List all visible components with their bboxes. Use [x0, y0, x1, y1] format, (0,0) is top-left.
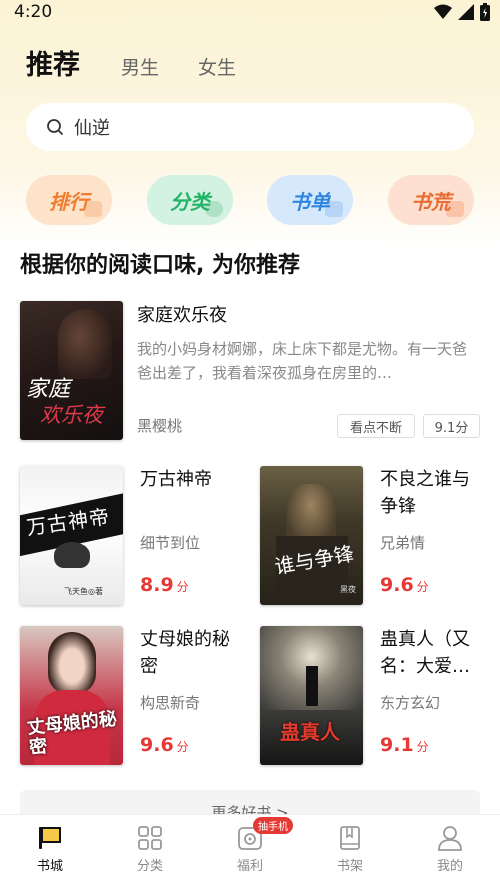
status-icons: [434, 3, 490, 21]
top-tabs: 推荐 男生 女生: [0, 42, 500, 86]
tab-recommend[interactable]: 推荐: [26, 43, 80, 82]
book-score: 9.6 分: [380, 574, 429, 596]
user-icon: [438, 826, 462, 851]
book-category: 细节到位: [140, 534, 201, 552]
grid-icon: [138, 826, 162, 850]
book-card[interactable]: 万古神帝 飞天鱼◎著 万古神帝 细节到位 8.9 分: [20, 466, 248, 606]
book-rating-tag: 9.1分: [423, 414, 480, 438]
signal-icon: [458, 4, 474, 20]
book-title[interactable]: 万古神帝: [140, 466, 245, 493]
search-icon: [47, 119, 63, 135]
search-bar[interactable]: 仙逆: [26, 103, 474, 151]
shortcut-ranking[interactable]: 排行: [26, 175, 112, 225]
book-title[interactable]: 不良之谁与争锋: [380, 466, 485, 520]
wifi-icon: [434, 4, 452, 19]
score-value: 8.9: [140, 574, 174, 596]
book-score: 9.1 分: [380, 734, 429, 756]
battery-icon: [480, 3, 490, 21]
nav-welfare[interactable]: 抽手机 福利: [220, 817, 293, 874]
book-cover[interactable]: 万古神帝 飞天鱼◎著: [20, 466, 123, 605]
nav-label: 我的: [436, 859, 463, 874]
book-cover[interactable]: 丈母娘的秘密: [20, 626, 123, 765]
nav-label: 分类: [136, 859, 163, 874]
book-card[interactable]: 蛊真人 蛊真人（又名：大爱… 东方玄幻 9.1 分: [260, 626, 488, 766]
welfare-badge: 抽手机: [253, 817, 293, 834]
search-input[interactable]: 仙逆: [74, 114, 110, 140]
book-tag: 看点不断: [337, 414, 415, 438]
score-value: 9.1: [380, 734, 414, 756]
featured-book[interactable]: 家庭 欢乐夜 家庭欢乐夜 我的小妈身材婀娜，床上床下都是尤物。有一天爸爸出差了，…: [20, 301, 480, 441]
section-title: 根据你的阅读口味, 为你推荐: [20, 253, 301, 278]
shortcut-book-shortage[interactable]: 书荒: [388, 175, 474, 225]
bottom-nav: 书城 分类 抽手机 福利 书架 我的: [0, 814, 500, 876]
status-bar: 4:20: [0, 0, 500, 24]
book-score: 8.9 分: [140, 574, 189, 596]
shortcut-booklist[interactable]: 书单: [267, 175, 353, 225]
book-category: 东方玄幻: [380, 694, 441, 712]
shortcut-category[interactable]: 分类: [147, 175, 233, 225]
score-value: 9.6: [140, 734, 174, 756]
score-unit: 分: [416, 740, 429, 754]
tab-male[interactable]: 男生: [121, 53, 159, 80]
cover-subtitle: 欢乐夜: [40, 403, 103, 427]
book-score: 9.6 分: [140, 734, 189, 756]
nav-bookshelf[interactable]: 书架: [320, 825, 380, 874]
status-time: 4:20: [14, 2, 53, 22]
book-cover[interactable]: 谁与争锋 黑夜: [260, 466, 363, 605]
nav-category[interactable]: 分类: [120, 825, 180, 874]
bookshelf-icon: [340, 826, 360, 850]
book-title[interactable]: 丈母娘的秘密: [140, 626, 245, 680]
book-author: 黑樱桃: [137, 417, 183, 435]
nav-bookstore[interactable]: 书城: [20, 825, 80, 874]
score-unit: 分: [416, 580, 429, 594]
score-value: 9.6: [380, 574, 414, 596]
flag-icon: [39, 827, 61, 849]
book-title[interactable]: 家庭欢乐夜: [137, 301, 227, 327]
book-title[interactable]: 蛊真人（又名：大爱…: [380, 626, 485, 680]
shortcut-label: 分类: [170, 189, 210, 214]
book-description: 我的小妈身材婀娜，床上床下都是尤物。有一天爸爸出差了，我看着深夜孤身在房里的…: [137, 340, 468, 382]
nav-label: 福利: [236, 859, 263, 874]
category-shortcuts: 排行 分类 书单 书荒: [26, 175, 474, 225]
book-card[interactable]: 丈母娘的秘密 丈母娘的秘密 构思新奇 9.6 分: [20, 626, 248, 766]
book-card[interactable]: 谁与争锋 黑夜 不良之谁与争锋 兄弟情 9.6 分: [260, 466, 488, 606]
shortcut-label: 排行: [49, 189, 89, 214]
book-category: 兄弟情: [380, 534, 426, 552]
score-unit: 分: [176, 740, 189, 754]
cover-author: 黑夜: [340, 585, 356, 594]
cover-author: 飞天鱼◎著: [64, 587, 103, 596]
book-category: 构思新奇: [140, 694, 201, 712]
book-cover[interactable]: 家庭 欢乐夜: [20, 301, 123, 440]
score-unit: 分: [176, 580, 189, 594]
nav-label: 书架: [336, 859, 363, 874]
book-cover[interactable]: 蛊真人: [260, 626, 363, 765]
cover-title: 蛊真人: [280, 720, 340, 744]
shortcut-label: 书单: [290, 189, 330, 214]
nav-label: 书城: [36, 859, 63, 874]
nav-mine[interactable]: 我的: [420, 825, 480, 874]
shortcut-label: 书荒: [411, 189, 451, 214]
tab-female[interactable]: 女生: [198, 53, 236, 80]
